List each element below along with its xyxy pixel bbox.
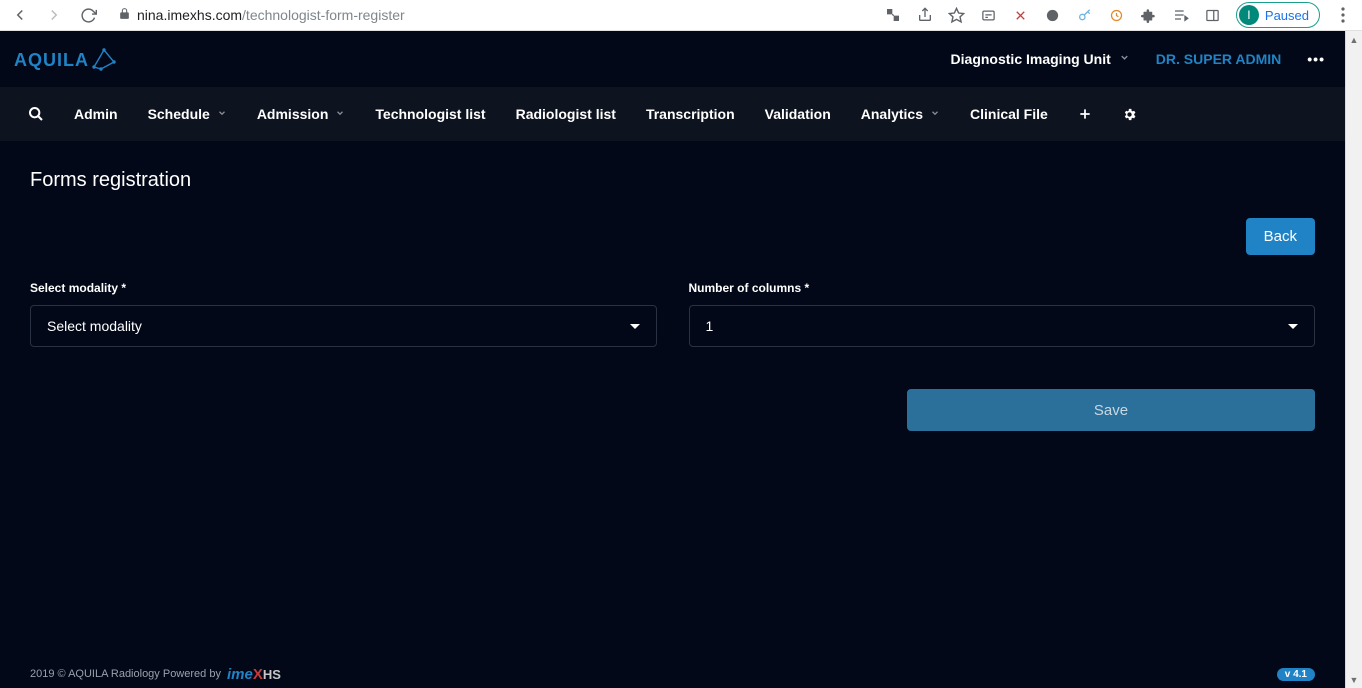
- more-menu-icon[interactable]: •••: [1307, 51, 1325, 67]
- url-path: /technologist-form-register: [242, 7, 405, 23]
- translate-icon[interactable]: [884, 6, 902, 24]
- user-name[interactable]: DR. SUPER ADMIN: [1156, 51, 1282, 67]
- nav-label: Admission: [257, 106, 329, 122]
- chevron-down-icon: [335, 108, 345, 121]
- nav-validation[interactable]: Validation: [765, 106, 831, 122]
- scroll-down-icon[interactable]: ▼: [1346, 671, 1362, 688]
- modality-value: Select modality: [47, 318, 142, 334]
- star-icon[interactable]: [948, 6, 966, 24]
- footer-brand[interactable]: imeXHS: [227, 666, 281, 683]
- nav-label: Radiologist list: [516, 106, 616, 122]
- profile-avatar: I: [1239, 5, 1259, 25]
- app-root: AQUILA Diagnostic Imaging Unit DR. SUPER…: [0, 31, 1345, 688]
- kebab-menu-icon[interactable]: [1334, 6, 1352, 24]
- main-nav: Admin Schedule Admission Technologist li…: [0, 87, 1345, 141]
- browser-toolbar: nina.imexhs.com/technologist-form-regist…: [0, 0, 1362, 31]
- nav-gear-icon[interactable]: [1122, 107, 1137, 122]
- nav-add-icon[interactable]: [1078, 107, 1092, 121]
- nav-search-icon[interactable]: [28, 106, 44, 122]
- profile-status: Paused: [1265, 8, 1309, 23]
- browser-extensions: I Paused: [884, 2, 1356, 28]
- page-content: Forms registration Back Select modality …: [0, 141, 1345, 688]
- columns-select[interactable]: 1: [689, 305, 1316, 347]
- logo[interactable]: AQUILA: [14, 47, 117, 71]
- chevron-down-icon: [930, 108, 940, 121]
- profile-initial: I: [1247, 8, 1250, 22]
- version-badge: v 4.1: [1277, 668, 1315, 681]
- modality-label: Select modality *: [30, 281, 657, 295]
- caret-down-icon: [1288, 324, 1298, 329]
- caret-down-icon: [630, 324, 640, 329]
- app-footer: 2019 © AQUILA Radiology Powered by imeXH…: [0, 660, 1345, 688]
- page-title: Forms registration: [30, 169, 1315, 192]
- app-header: AQUILA Diagnostic Imaging Unit DR. SUPER…: [0, 31, 1345, 87]
- ext2-icon[interactable]: [1012, 6, 1030, 24]
- globe-icon[interactable]: [1044, 6, 1062, 24]
- nav-label: Analytics: [861, 106, 923, 122]
- brand-prefix: ime: [227, 666, 253, 683]
- panel-icon[interactable]: [1204, 6, 1222, 24]
- save-button[interactable]: Save: [907, 389, 1315, 431]
- logo-mark-icon: [91, 47, 117, 71]
- nav-technologist-list[interactable]: Technologist list: [375, 106, 485, 122]
- nav-label: Schedule: [148, 106, 210, 122]
- columns-group: Number of columns * 1: [689, 281, 1316, 347]
- unit-selector[interactable]: Diagnostic Imaging Unit: [951, 51, 1130, 67]
- modality-group: Select modality * Select modality: [30, 281, 657, 347]
- brand-x: X: [253, 666, 263, 683]
- nav-admission[interactable]: Admission: [257, 106, 346, 122]
- ext1-icon[interactable]: [980, 6, 998, 24]
- brand-suffix: HS: [263, 667, 281, 682]
- modality-select[interactable]: Select modality: [30, 305, 657, 347]
- url-bar[interactable]: nina.imexhs.com/technologist-form-regist…: [108, 7, 878, 23]
- share-icon[interactable]: [916, 6, 934, 24]
- nav-label: Clinical File: [970, 106, 1048, 122]
- nav-clinical-file[interactable]: Clinical File: [970, 106, 1048, 122]
- ext3-icon[interactable]: [1108, 6, 1126, 24]
- nav-schedule[interactable]: Schedule: [148, 106, 227, 122]
- nav-transcription[interactable]: Transcription: [646, 106, 735, 122]
- nav-radiologist-list[interactable]: Radiologist list: [516, 106, 616, 122]
- url-domain: nina.imexhs.com: [137, 7, 242, 23]
- chevron-down-icon: [1119, 52, 1130, 66]
- columns-value: 1: [706, 318, 714, 334]
- back-button[interactable]: Back: [1246, 218, 1315, 255]
- extensions-icon[interactable]: [1140, 6, 1158, 24]
- unit-label: Diagnostic Imaging Unit: [951, 51, 1111, 67]
- viewport-scrollbar[interactable]: ▲ ▼: [1345, 31, 1362, 688]
- scroll-up-icon[interactable]: ▲: [1346, 31, 1362, 48]
- nav-label: Admin: [74, 106, 118, 122]
- nav-analytics[interactable]: Analytics: [861, 106, 940, 122]
- footer-copyright: 2019 © AQUILA Radiology Powered by: [30, 668, 221, 680]
- chevron-down-icon: [217, 108, 227, 121]
- logo-text: AQUILA: [14, 50, 89, 71]
- nav-back-button[interactable]: [6, 1, 34, 29]
- nav-label: Technologist list: [375, 106, 485, 122]
- playlist-icon[interactable]: [1172, 6, 1190, 24]
- profile-chip[interactable]: I Paused: [1236, 2, 1320, 28]
- lock-icon: [118, 7, 131, 23]
- nav-label: Validation: [765, 106, 831, 122]
- columns-label: Number of columns *: [689, 281, 1316, 295]
- nav-reload-button[interactable]: [74, 1, 102, 29]
- nav-label: Transcription: [646, 106, 735, 122]
- nav-forward-button[interactable]: [40, 1, 68, 29]
- key-icon[interactable]: [1076, 6, 1094, 24]
- nav-admin[interactable]: Admin: [74, 106, 118, 122]
